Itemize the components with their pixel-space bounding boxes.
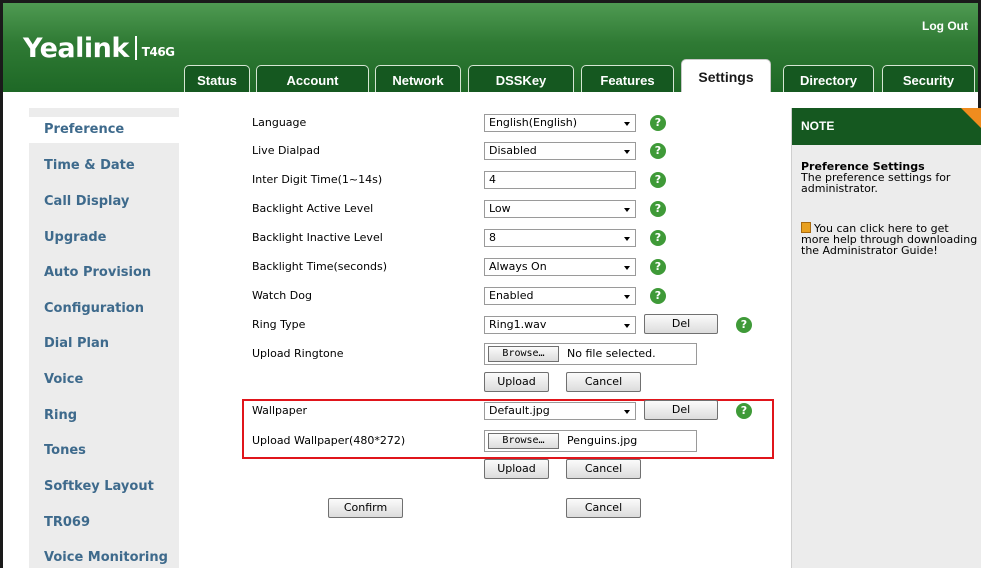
help-icon[interactable]: ? xyxy=(650,201,666,217)
live-dialpad-value: Disabled xyxy=(489,144,537,157)
note-text: The preference settings for administrato… xyxy=(801,171,951,195)
language-value: English(English) xyxy=(489,116,578,129)
sidebar-item-softkey-layout[interactable]: Softkey Layout xyxy=(44,479,154,494)
backlight-time-select[interactable]: Always On xyxy=(484,258,636,276)
chevron-down-icon xyxy=(624,410,630,414)
help-icon[interactable]: ? xyxy=(650,143,666,159)
sidebar-item-voice-monitoring[interactable]: Voice Monitoring xyxy=(44,550,168,565)
sidebar-item-dial-plan[interactable]: Dial Plan xyxy=(44,336,109,351)
sidebar: Preference Time & Date Call Display Upgr… xyxy=(29,108,179,568)
sidebar-item-call-display[interactable]: Call Display xyxy=(44,194,129,209)
manual-book-icon xyxy=(801,222,811,233)
language-select[interactable]: English(English) xyxy=(484,114,636,132)
tab-features[interactable]: Features xyxy=(581,65,674,95)
note-corner-accent xyxy=(961,108,981,128)
sidebar-item-tr069[interactable]: TR069 xyxy=(44,515,90,530)
backlight-inactive-label: Backlight Inactive Level xyxy=(252,231,383,244)
watch-dog-select[interactable]: Enabled xyxy=(484,287,636,305)
header-bar: Yealink T46G Log Out Status Account Netwo… xyxy=(0,0,981,97)
wallpaper-browse-button[interactable]: Browse… xyxy=(488,433,559,449)
wallpaper-file-input[interactable]: Browse… Penguins.jpg xyxy=(484,430,697,452)
inter-digit-input[interactable]: 4 xyxy=(484,171,636,189)
sidebar-item-time-date[interactable]: Time & Date xyxy=(44,158,135,173)
help-icon[interactable]: ? xyxy=(650,259,666,275)
model-label: T46G xyxy=(141,45,175,59)
ringtone-browse-button[interactable]: Browse… xyxy=(488,346,559,362)
wallpaper-del-button[interactable]: Del xyxy=(644,400,718,420)
backlight-inactive-value: 8 xyxy=(489,231,496,244)
tab-security[interactable]: Security xyxy=(882,65,975,95)
chevron-down-icon xyxy=(624,122,630,126)
ring-del-button[interactable]: Del xyxy=(644,314,718,334)
tab-status[interactable]: Status xyxy=(184,65,250,95)
confirm-button[interactable]: Confirm xyxy=(328,498,403,518)
tab-dsskey[interactable]: DSSKey xyxy=(468,65,574,95)
sidebar-item-auto-provision[interactable]: Auto Provision xyxy=(44,265,151,280)
wallpaper-upload-button[interactable]: Upload xyxy=(484,459,549,479)
ringtone-file-name: No file selected. xyxy=(567,347,656,360)
ringtone-file-input[interactable]: Browse… No file selected. xyxy=(484,343,697,365)
ringtone-upload-button[interactable]: Upload xyxy=(484,372,549,392)
chevron-down-icon xyxy=(624,237,630,241)
sidebar-item-preference[interactable]: Preference xyxy=(29,117,179,143)
chevron-down-icon xyxy=(624,295,630,299)
help-icon[interactable]: ? xyxy=(736,317,752,333)
sidebar-item-ring[interactable]: Ring xyxy=(44,408,77,423)
wallpaper-value: Default.jpg xyxy=(489,404,550,417)
upload-ringtone-label: Upload Ringtone xyxy=(252,347,344,360)
sidebar-item-upgrade[interactable]: Upgrade xyxy=(44,230,106,245)
backlight-inactive-select[interactable]: 8 xyxy=(484,229,636,247)
help-icon[interactable]: ? xyxy=(650,288,666,304)
wallpaper-label: Wallpaper xyxy=(252,404,308,417)
chevron-down-icon xyxy=(624,324,630,328)
upload-wallpaper-label: Upload Wallpaper(480*272) xyxy=(252,434,406,447)
note-panel: NOTE Preference Settings The preference … xyxy=(791,108,981,568)
help-icon[interactable]: ? xyxy=(736,403,752,419)
language-label: Language xyxy=(252,116,307,129)
backlight-active-value: Low xyxy=(489,202,511,215)
chevron-down-icon xyxy=(624,208,630,212)
note-heading: NOTE xyxy=(792,108,981,145)
brand-logo: Yealink T46G xyxy=(23,33,175,64)
help-icon[interactable]: ? xyxy=(650,172,666,188)
main-area: Preference Time & Date Call Display Upgr… xyxy=(0,92,981,568)
ring-type-value: Ring1.wav xyxy=(489,318,547,331)
cancel-button[interactable]: Cancel xyxy=(566,498,641,518)
tab-account[interactable]: Account xyxy=(256,65,369,95)
watch-dog-value: Enabled xyxy=(489,289,534,302)
wallpaper-cancel-button[interactable]: Cancel xyxy=(566,459,641,479)
tab-network[interactable]: Network xyxy=(375,65,461,95)
ring-type-label: Ring Type xyxy=(252,318,306,331)
help-icon[interactable]: ? xyxy=(650,115,666,131)
sidebar-item-tones[interactable]: Tones xyxy=(44,443,86,458)
backlight-time-value: Always On xyxy=(489,260,547,273)
tab-directory[interactable]: Directory xyxy=(783,65,874,95)
ring-type-select[interactable]: Ring1.wav xyxy=(484,316,636,334)
sidebar-item-voice[interactable]: Voice xyxy=(44,372,83,387)
live-dialpad-select[interactable]: Disabled xyxy=(484,142,636,160)
help-icon[interactable]: ? xyxy=(650,230,666,246)
logout-link[interactable]: Log Out xyxy=(922,19,968,33)
inter-digit-label: Inter Digit Time(1~14s) xyxy=(252,173,383,186)
logo-divider xyxy=(134,36,137,60)
brand-name: Yealink xyxy=(23,33,129,64)
backlight-active-select[interactable]: Low xyxy=(484,200,636,218)
chevron-down-icon xyxy=(624,150,630,154)
chevron-down-icon xyxy=(624,266,630,270)
ringtone-cancel-button[interactable]: Cancel xyxy=(566,372,641,392)
live-dialpad-label: Live Dialpad xyxy=(252,144,320,157)
backlight-time-label: Backlight Time(seconds) xyxy=(252,260,388,273)
wallpaper-select[interactable]: Default.jpg xyxy=(484,402,636,420)
sidebar-item-configuration[interactable]: Configuration xyxy=(44,301,144,316)
note-help-link[interactable]: You can click here to get more help thro… xyxy=(801,222,979,256)
watch-dog-label: Watch Dog xyxy=(252,289,312,302)
note-help-text: You can click here to get more help thro… xyxy=(801,222,978,257)
backlight-active-label: Backlight Active Level xyxy=(252,202,374,215)
wallpaper-file-name: Penguins.jpg xyxy=(567,434,638,447)
